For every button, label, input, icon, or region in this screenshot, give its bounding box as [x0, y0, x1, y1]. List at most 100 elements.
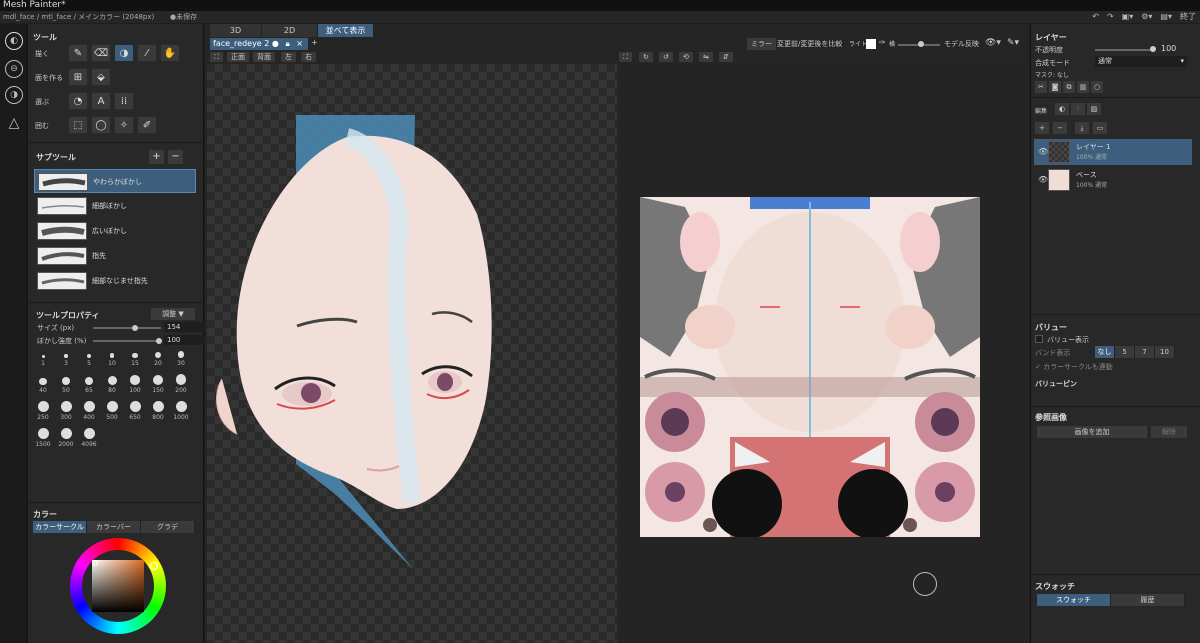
brush-size-preset[interactable]: 650: [124, 400, 146, 421]
text-tool-icon[interactable]: A: [91, 92, 111, 110]
fit-uv-icon[interactable]: ⛶: [619, 52, 632, 62]
brush-size-preset[interactable]: 100: [124, 373, 146, 394]
band-option[interactable]: 10: [1155, 346, 1175, 358]
remove-subtool-button[interactable]: −: [168, 150, 183, 164]
layer-item[interactable]: 👁︎ レイヤー 1 100% 通常: [1034, 139, 1192, 165]
brush-size-preset[interactable]: 500: [101, 400, 123, 421]
eye-icon[interactable]: 👁︎▾: [985, 38, 1001, 48]
subtool-item[interactable]: 指先: [34, 244, 196, 268]
back-view-button[interactable]: 背面: [253, 52, 275, 62]
merge-down-icon[interactable]: ⤓: [1075, 122, 1089, 134]
layer-adjust-icon[interactable]: ⫶: [1071, 103, 1085, 115]
rotate-icon[interactable]: ↻: [639, 52, 653, 62]
select-pen-icon[interactable]: ✐: [137, 116, 157, 134]
layer-blend-icon[interactable]: ◐: [1055, 103, 1069, 115]
size-slider[interactable]: [93, 327, 161, 329]
brush-size-preset[interactable]: 250: [32, 400, 54, 421]
add-subtool-button[interactable]: +: [149, 150, 164, 164]
brush-size-preset[interactable]: 150: [147, 373, 169, 394]
brush-tool-icon[interactable]: ✎: [68, 44, 88, 62]
blend-mode-select[interactable]: 通常 ▾: [1095, 56, 1187, 67]
layout-icon[interactable]: ▤▾: [1160, 11, 1172, 23]
undo-icon[interactable]: ↶: [1092, 11, 1099, 23]
saturation-value-square[interactable]: [92, 560, 144, 612]
opacity-slider-knob[interactable]: [1150, 46, 1156, 52]
visibility-eye-icon[interactable]: 👁︎: [1038, 175, 1048, 184]
fit-view-icon[interactable]: ⛶: [210, 52, 223, 62]
flip-v-icon[interactable]: ⇵: [719, 52, 733, 62]
rect-select-icon[interactable]: ⬚: [68, 116, 88, 134]
light-color-swatch[interactable]: [866, 39, 876, 49]
tab-3d[interactable]: 3D: [210, 24, 262, 37]
release-button[interactable]: 解除: [1151, 426, 1187, 438]
brush-size-preset[interactable]: 30: [170, 346, 192, 367]
gradient-tool-icon[interactable]: ⊞: [68, 68, 88, 86]
size-value[interactable]: 154: [164, 322, 204, 332]
brush-size-preset[interactable]: 400: [78, 400, 100, 421]
tab-2d[interactable]: 2D: [262, 24, 318, 37]
scissors-icon[interactable]: ✂: [1035, 81, 1047, 93]
subtool-item[interactable]: やわらかぼかし: [34, 169, 196, 193]
tab-swatch[interactable]: スウォッチ: [1037, 594, 1111, 606]
tab-color-bar[interactable]: カラーバー: [87, 521, 141, 533]
light-slider-knob[interactable]: [918, 41, 924, 47]
brush-size-preset[interactable]: 200: [170, 373, 192, 394]
brush-size-preset[interactable]: 2000: [55, 427, 77, 448]
band-option[interactable]: 5: [1115, 346, 1135, 358]
circle-link-checkbox[interactable]: ✓ カラーサークルも連動: [1035, 362, 1113, 372]
model-reflect-toggle[interactable]: モデル反映: [944, 39, 979, 49]
value-show-checkbox[interactable]: [1035, 335, 1043, 343]
tab-history[interactable]: 履歴: [1111, 594, 1185, 606]
brush-size-preset[interactable]: 1500: [32, 427, 54, 448]
brush-size-preset[interactable]: 3: [55, 346, 77, 367]
blur-value[interactable]: 100: [164, 335, 204, 345]
brush-size-preset[interactable]: 1000: [170, 400, 192, 421]
opacity-slider[interactable]: [1095, 49, 1155, 51]
pie-select-icon[interactable]: ◔: [68, 92, 88, 110]
adjust-dropdown[interactable]: 調整 ▼: [151, 308, 195, 320]
visibility-eye-icon[interactable]: 👁︎: [1038, 147, 1048, 156]
paint-mode-icon[interactable]: ◐: [5, 32, 23, 50]
compare-toggle[interactable]: 変更前/変更後を比較: [777, 39, 842, 49]
layer-item[interactable]: 👁︎ ベース 100% 通常: [1034, 167, 1192, 193]
mask-circle-icon[interactable]: ○: [1091, 81, 1103, 93]
layer-image-icon[interactable]: ▨: [1087, 103, 1101, 115]
folder-icon[interactable]: ▭: [1093, 122, 1107, 134]
brush-size-preset[interactable]: 300: [55, 400, 77, 421]
brush-size-preset[interactable]: 20: [147, 346, 169, 367]
file-tab[interactable]: face_redeye 2 ● 🔒︎ ×: [210, 38, 308, 50]
close-tab-icon[interactable]: ×: [296, 39, 303, 48]
color-wheel[interactable]: [70, 538, 166, 634]
reset-rotation-icon[interactable]: ⟲: [679, 52, 693, 62]
subtool-item[interactable]: 細部ぼかし: [34, 194, 196, 218]
mask-lock-icon[interactable]: ▥: [1077, 81, 1089, 93]
brush-size-preset[interactable]: 800: [147, 400, 169, 421]
size-slider-knob[interactable]: [132, 325, 138, 331]
lasso-select-icon[interactable]: ◯: [91, 116, 111, 134]
blur-tool-icon[interactable]: ◑: [114, 44, 134, 62]
subtool-item[interactable]: 広いぼかし: [34, 219, 196, 243]
delete-layer-button[interactable]: −: [1053, 122, 1067, 134]
settings-icon[interactable]: ⚙▾: [1141, 11, 1152, 23]
hue-picker-cursor[interactable]: [150, 562, 158, 570]
brush-size-preset[interactable]: 15: [124, 346, 146, 367]
hand-tool-icon[interactable]: ✋: [160, 44, 180, 62]
redo-icon[interactable]: ↷: [1107, 11, 1114, 23]
light-picker-icon[interactable]: ✑: [879, 38, 886, 47]
brush-settings-icon[interactable]: ✎▾: [1007, 38, 1019, 48]
save-icon[interactable]: ▣▾: [1122, 11, 1134, 23]
blur-slider[interactable]: [93, 340, 161, 342]
new-tab-button[interactable]: +: [311, 38, 318, 47]
mirror-button[interactable]: ミラー: [747, 38, 776, 50]
subtool-item[interactable]: 細部なじませ指先: [34, 269, 196, 293]
eraser-tool-icon[interactable]: ⌫: [91, 44, 111, 62]
brush-size-preset[interactable]: 65: [78, 373, 100, 394]
grid-select-icon[interactable]: ⁞⁞: [114, 92, 134, 110]
eyedropper-tool-icon[interactable]: ⁄: [137, 44, 157, 62]
brush-size-preset[interactable]: 50: [55, 373, 77, 394]
band-option[interactable]: 7: [1135, 346, 1155, 358]
opacity-value[interactable]: 100: [1161, 44, 1176, 53]
left-view-button[interactable]: 左: [281, 52, 296, 62]
lock-icon[interactable]: 🔒︎: [285, 39, 289, 48]
end-button[interactable]: 終了: [1180, 11, 1196, 23]
